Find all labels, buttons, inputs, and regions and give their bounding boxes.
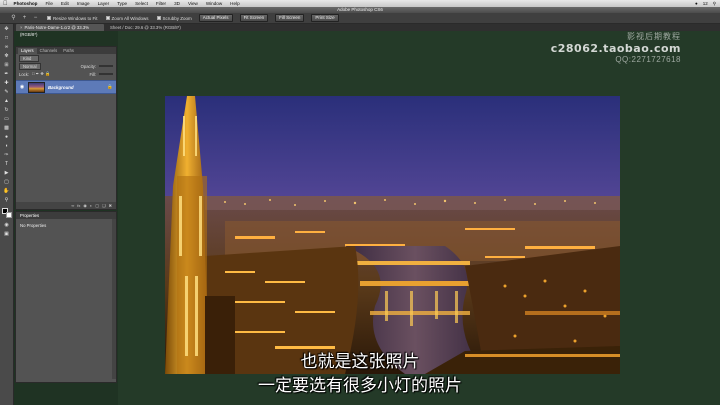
new-layer-icon[interactable]: ❏	[102, 203, 106, 208]
eye-icon[interactable]: ◉	[19, 84, 25, 90]
eraser-tool-icon[interactable]: ▭	[2, 116, 11, 123]
watermark-line1: 影视后期教程	[627, 32, 681, 41]
apple-icon[interactable]: 	[3, 1, 8, 7]
properties-panel: Properties No Properties	[15, 211, 117, 383]
background-color[interactable]	[5, 212, 12, 218]
fx-icon[interactable]: fx	[77, 203, 80, 208]
eyedropper-tool-icon[interactable]: ✒	[2, 71, 11, 78]
menu-filter[interactable]: Filter	[156, 1, 166, 6]
watermark: 影视后期教程 c28062.taobao.com QQ:2271727618	[551, 31, 681, 64]
blur-tool-icon[interactable]: ●	[2, 134, 11, 141]
quick-select-tool-icon[interactable]: ✻	[2, 53, 11, 60]
path-select-tool-icon[interactable]: ▶	[2, 170, 11, 177]
folder-icon[interactable]: ▢	[95, 203, 99, 208]
close-icon[interactable]: ×	[20, 25, 23, 30]
zoom-tool-icon[interactable]: ⚲	[10, 15, 17, 22]
mac-menu-bar:  Photoshop File Edit Image Layer Type S…	[0, 0, 720, 7]
layer-name: Background	[48, 84, 74, 90]
history-brush-icon[interactable]: ↻	[2, 107, 11, 114]
zoom-tool-icon[interactable]: ⚲	[2, 197, 11, 204]
properties-title[interactable]: Properties	[16, 212, 116, 219]
layers-panel-tabs: Layers Channels Paths	[16, 47, 116, 54]
hand-tool-icon[interactable]: ✋	[2, 188, 11, 195]
watermark-line3: QQ:2271727618	[615, 55, 681, 64]
fill-input[interactable]	[99, 73, 113, 75]
lock-row: Lock: □ ✒ ✥ 🔒 Fill:	[16, 70, 116, 78]
filter-row: Kind	[16, 54, 116, 62]
search-icon[interactable]: ⚲	[713, 1, 716, 7]
menu-help[interactable]: Help	[230, 1, 239, 6]
screen-mode-icon[interactable]: ▣	[2, 231, 11, 238]
lock-icon: 🔒	[107, 84, 113, 89]
resize-windows-checkbox[interactable]: Resize Windows to Fit	[47, 16, 98, 21]
zoom-all-windows-checkbox[interactable]: Zoom All Windows	[105, 16, 149, 21]
mask-icon[interactable]: ◉	[83, 203, 87, 208]
healing-tool-icon[interactable]: ✚	[2, 80, 11, 87]
pen-tool-icon[interactable]: ✑	[2, 152, 11, 159]
blend-row: Normal Opacity:	[16, 62, 116, 70]
dodge-tool-icon[interactable]: ◖	[2, 143, 11, 150]
properties-body: No Properties	[20, 223, 47, 228]
tab-paths[interactable]: Paths	[60, 48, 77, 54]
lock-label: Lock:	[19, 71, 30, 77]
menu-extras: ● 12 ⚲	[695, 0, 716, 7]
clock[interactable]: 12	[703, 1, 708, 6]
shape-tool-icon[interactable]: ▢	[2, 179, 11, 186]
fill-screen-button[interactable]: Fill Screen	[275, 14, 305, 22]
layer-thumbnail	[28, 81, 45, 93]
kind-filter-select[interactable]: Kind	[19, 54, 39, 62]
opacity-input[interactable]	[99, 65, 113, 67]
layers-panel: Layers Channels Paths Kind Normal Opacit…	[15, 46, 117, 210]
document-tab-bar: × Paris-Notre-Dame-1.cr2 @ 33.3% (RGB/8*)…	[14, 24, 720, 37]
fit-screen-button[interactable]: Fit Screen	[239, 14, 269, 22]
link-icon[interactable]: ∞	[71, 203, 74, 208]
layers-panel-footer: ∞ fx ◉ ◐ ▢ ❏ ✖	[16, 202, 116, 209]
type-tool-icon[interactable]: T	[2, 161, 11, 168]
color-swatches[interactable]	[1, 208, 12, 218]
menu-type[interactable]: Type	[117, 1, 127, 6]
tools-panel: ✥ □ ∞ ✻ ⊞ ✒ ✚ ✎ ▲ ↻ ▭ ▩ ● ◖ ✑ T ▶ ▢ ✋ ⚲ …	[0, 24, 14, 405]
document-tab-active[interactable]: × Paris-Notre-Dame-1.cr2 @ 33.3% (RGB/8*)	[16, 24, 104, 37]
zoom-out-icon[interactable]: −	[32, 15, 39, 22]
blend-mode-select[interactable]: Normal	[19, 62, 41, 70]
menu-window[interactable]: Window	[206, 1, 222, 6]
menu-view[interactable]: View	[188, 1, 198, 6]
brush-tool-icon[interactable]: ✎	[2, 89, 11, 96]
marquee-tool-icon[interactable]: □	[2, 35, 11, 42]
opacity-label: Opacity:	[80, 63, 96, 69]
menu-file[interactable]: File	[46, 1, 53, 6]
menu-photoshop[interactable]: Photoshop	[14, 1, 38, 6]
menu-3d[interactable]: 3D	[174, 1, 180, 6]
lock-icons[interactable]: □ ✒ ✥ 🔒	[32, 71, 50, 77]
zoom-in-icon[interactable]: +	[21, 15, 28, 22]
gradient-tool-icon[interactable]: ▩	[2, 125, 11, 132]
subtitle-line1: 也就是这张照片	[300, 352, 420, 372]
scrubby-zoom-checkbox[interactable]: Scrubby Zoom	[156, 16, 192, 21]
quick-mask-icon[interactable]: ◉	[2, 222, 11, 229]
subtitle-line2: 一定要选有很多小灯的照片	[258, 376, 462, 396]
menu-edit[interactable]: Edit	[61, 1, 69, 6]
stamp-tool-icon[interactable]: ▲	[2, 98, 11, 105]
night-city-photo	[165, 96, 620, 374]
actual-pixels-button[interactable]: Actual Pixels	[198, 14, 233, 22]
tab-channels[interactable]: Channels	[37, 48, 61, 54]
wifi-icon[interactable]: ●	[695, 1, 698, 6]
fill-label: Fill:	[89, 71, 96, 77]
trash-icon[interactable]: ✖	[109, 203, 112, 208]
layer-row-background[interactable]: ◉ Background 🔒	[16, 80, 116, 94]
move-tool-icon[interactable]: ✥	[2, 26, 11, 33]
crop-tool-icon[interactable]: ⊞	[2, 62, 11, 69]
properties-scrollbar[interactable]	[112, 219, 116, 379]
lasso-tool-icon[interactable]: ∞	[2, 44, 11, 51]
watermark-line2: c28062.taobao.com	[550, 42, 681, 55]
tab-layers[interactable]: Layers	[18, 48, 37, 54]
document-tab-second[interactable]: Sheet / Doc: 29.6 @ 33.3% (RGB/8*)	[106, 24, 196, 31]
menu-image[interactable]: Image	[77, 1, 90, 6]
print-size-button[interactable]: Print Size	[311, 14, 339, 22]
menu-select[interactable]: Select	[135, 1, 148, 6]
options-bar: ⚲ + − Resize Windows to Fit Zoom All Win…	[0, 13, 720, 24]
document-image[interactable]	[165, 96, 620, 374]
adjustment-icon[interactable]: ◐	[90, 203, 92, 208]
menu-layer[interactable]: Layer	[98, 1, 110, 6]
